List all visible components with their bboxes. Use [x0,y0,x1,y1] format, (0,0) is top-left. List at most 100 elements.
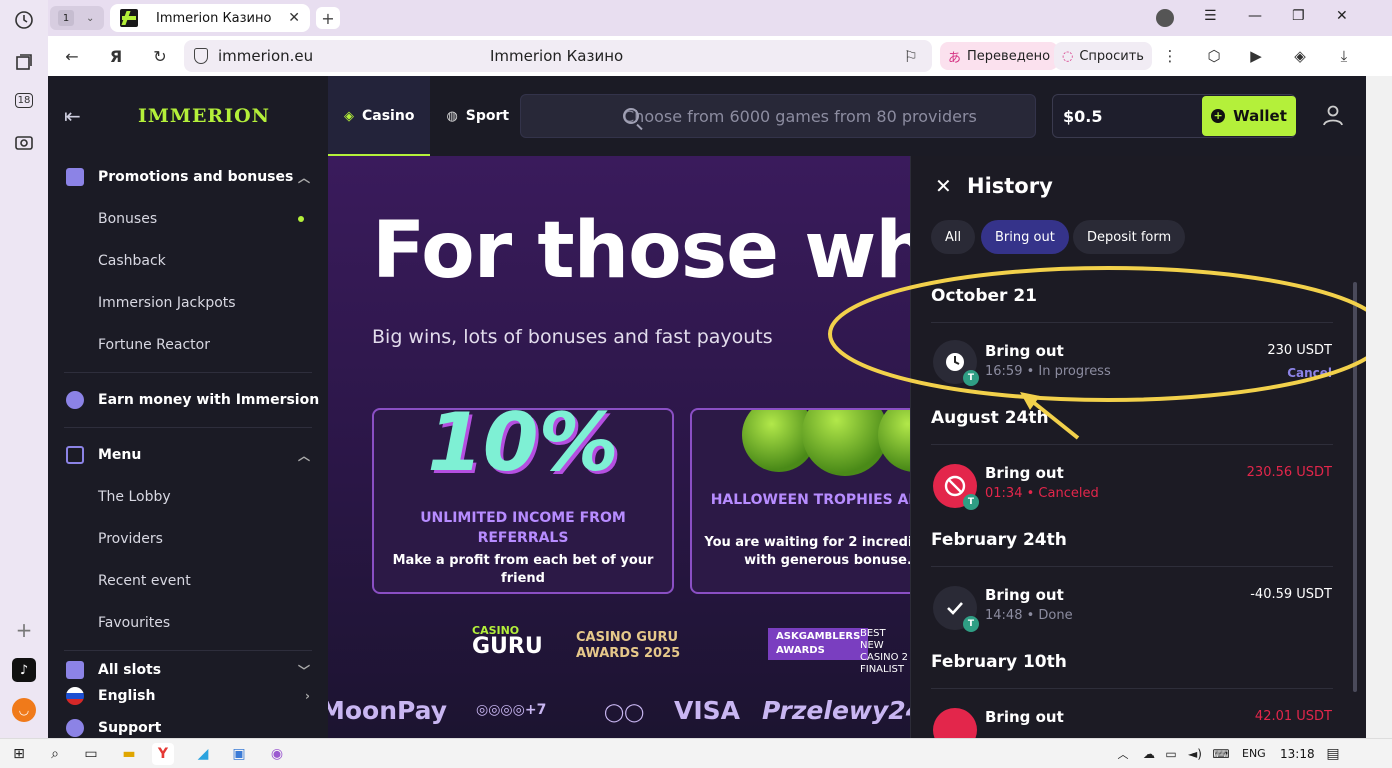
game-search-input[interactable]: Choose from 6000 games from 80 providers [520,94,1036,138]
sidebar-header: ⇤ IMMERION [48,76,328,156]
finalist-line2: CASINO 2 [860,652,909,663]
screenshot-icon[interactable] [12,130,36,154]
history-scrollbar[interactable] [1353,282,1357,692]
onedrive-icon[interactable]: ☁ [1138,743,1160,765]
windows-taskbar: ⊞ ⌕ ▭ ▬ Y ◢ ▣ ◉ ︿ ☁ ▭ ◄) ⌨ ENG 13:18 ▤ [0,738,1392,768]
transaction-title: Bring out [985,708,1064,726]
browser-tab[interactable]: Immerion Казино ✕ [110,4,310,32]
cancel-transaction-link[interactable]: Cancel [1287,366,1332,380]
address-page-title: Immerion Казино [490,47,624,65]
filter-bring-out-chip[interactable]: Bring out [981,220,1069,254]
site-logo[interactable]: IMMERION [138,105,270,127]
media-play-icon[interactable]: ▶ [1246,46,1266,66]
sidebar-item-lobby[interactable]: The Lobby [48,476,328,518]
transaction-title: Bring out [985,464,1064,482]
yandex-icon[interactable]: Я [104,44,128,68]
keyboard-icon[interactable]: ⌨ [1210,743,1232,765]
new-tab-button[interactable]: + [316,7,340,29]
telegram-icon[interactable]: ◢ [192,743,214,765]
all-slots-item[interactable]: All slots ﹀ [48,657,328,683]
language-label: English [98,688,156,704]
site-favicon-icon [120,9,138,27]
wallet-button[interactable]: + Wallet [1202,96,1296,136]
history-date: February 10th [931,652,1067,672]
sidebar-divider [64,650,312,651]
transaction-amount: -40.59 USDT [1250,587,1332,602]
tiktok-icon[interactable]: ♪ [12,658,36,682]
download-icon[interactable]: ⤓ [1334,46,1354,66]
menu-group[interactable]: Menu ︿ [48,434,328,476]
calendar-badge: 18 [14,92,34,108]
support-item[interactable]: Support [48,709,328,738]
transaction-time: 16:59 [985,364,1023,379]
cat-app-icon[interactable]: ◉ [266,743,288,765]
promotions-group[interactable]: Promotions and bonuses ︿ [48,156,328,198]
app-icon[interactable]: ▣ [228,743,250,765]
user-profile-icon[interactable] [1322,104,1344,126]
history-date: August 24th [931,408,1049,428]
notifications-icon[interactable]: ▤ [1322,743,1344,765]
tether-icon: T [963,616,979,632]
collections-icon[interactable] [12,50,36,74]
sidebar-item-bonuses[interactable]: Bonuses [48,198,328,240]
sidebar-item-cashback[interactable]: Cashback [48,240,328,282]
chip-label: All [945,229,962,245]
history-clock-icon[interactable] [12,8,36,32]
back-arrow-icon[interactable]: ← [60,44,84,68]
tether-icon: T [963,494,979,510]
extensions-icon[interactable]: ⬡ [1204,46,1224,66]
search-icon[interactable]: ⌕ [44,743,66,765]
minimize-icon[interactable]: — [1248,8,1262,24]
bookmark-icon[interactable]: ⚐ [904,47,918,66]
plus-icon: + [1211,109,1226,123]
more-vertical-icon[interactable]: ⋮ [1160,46,1180,66]
clock[interactable]: 13:18 [1280,747,1315,761]
windows-start-icon[interactable]: ⊞ [8,743,30,765]
close-window-icon[interactable]: ✕ [1336,8,1348,24]
language-item[interactable]: English › [48,683,328,709]
sidebar-item-providers[interactable]: Providers [48,518,328,560]
translated-button[interactable]: あ Переведено [940,42,1059,70]
przelewy24-logo: Przelewy24 [762,696,910,725]
collapse-sidebar-icon[interactable]: ⇤ [64,104,90,128]
tab-sport[interactable]: ◍ Sport [430,76,525,156]
crypto-coins-logo: ◎◎◎◎+7 [476,702,547,718]
filter-all-chip[interactable]: All [931,220,976,254]
page-scrollbar[interactable] [1366,76,1392,738]
sidebar-item-jackpots[interactable]: Immersion Jackpots [48,282,328,324]
reload-icon[interactable]: ↻ [148,44,172,68]
sidebar-item-recent[interactable]: Recent event [48,560,328,602]
yandex-browser-icon[interactable]: Y [152,743,174,765]
calendar-icon[interactable]: 18 [12,88,36,112]
mail-app-icon[interactable]: ◡ [12,698,36,722]
profile-avatar[interactable] [1156,9,1174,27]
language-indicator[interactable]: ENG [1242,747,1266,760]
close-tab-icon[interactable]: ✕ [288,10,300,26]
askgamblers-line1: ASKGAMBLERS [776,631,861,642]
awards-line2: AWARDS 2025 [576,646,681,661]
tab-casino[interactable]: ◈ Casino [328,76,431,156]
halloween-card[interactable]: HALLOWEEN TROPHIES ARE HERE You are wait… [690,408,910,594]
add-panel-icon[interactable]: + [12,618,36,642]
casino-guru-awards-logo: CASINO GURU AWARDS 2025 [576,630,680,662]
transaction-title: Bring out [985,586,1064,604]
volume-icon[interactable]: ◄) [1184,743,1206,765]
address-bar[interactable]: immerion.eu Immerion Казино ⚐ [184,40,932,72]
sidebar-item-favourites[interactable]: Favourites [48,602,328,644]
menu-icon[interactable]: ☰ [1204,8,1217,24]
referral-card[interactable]: 10% UNLIMITED INCOME FROM REFERRALS Make… [372,408,674,594]
earn-money-item[interactable]: Earn money with Immersion [48,379,328,421]
filter-deposit-chip[interactable]: Deposit form [1073,220,1186,254]
file-explorer-icon[interactable]: ▬ [118,743,140,765]
close-icon[interactable]: ✕ [935,174,952,198]
sidebar-item-fortune-reactor[interactable]: Fortune Reactor [48,324,328,366]
ask-button[interactable]: ◌ Спросить [1054,42,1152,70]
restore-icon[interactable]: ❐ [1292,8,1305,24]
tab-counter[interactable]: 1 ⌄ [50,6,104,30]
network-icon[interactable]: ▭ [1160,743,1182,765]
sidebar-divider [64,427,312,428]
task-view-icon[interactable]: ▭ [80,743,102,765]
chevron-up-icon: ︿ [297,448,310,463]
shield-protect-icon[interactable]: ◈ [1290,46,1310,66]
tray-chevron-icon[interactable]: ︿ [1112,743,1134,765]
